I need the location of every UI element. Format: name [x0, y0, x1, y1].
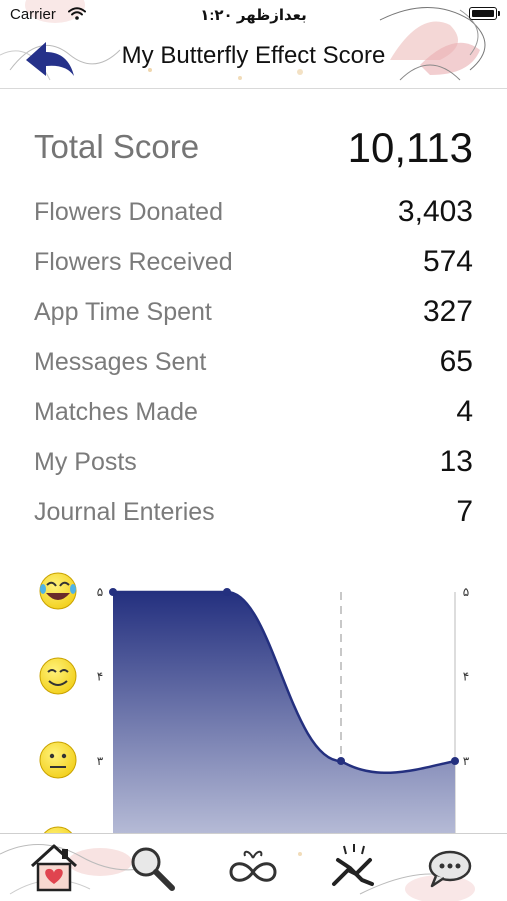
y-tick-label-right: ۳: [463, 754, 470, 768]
stat-label: Journal Enteries: [34, 498, 215, 526]
stat-value: 13: [439, 445, 473, 478]
stat-label: My Posts: [34, 448, 137, 476]
search-icon: [131, 847, 175, 891]
status-bar: Carrier ۱:۲۰ بعدازظهر: [0, 0, 507, 32]
score-area: [113, 592, 455, 840]
stat-value: 3,403: [397, 195, 473, 228]
tab-search[interactable]: [124, 840, 180, 894]
y-tick-label-left: ۵: [97, 585, 103, 599]
header: Carrier ۱:۲۰ بعدازظهر My Butterfly Effec…: [0, 0, 507, 89]
page-title: My Butterfly Effect Score: [121, 42, 386, 69]
neutral-face-icon: [39, 741, 77, 779]
stat-row-matches-made: Matches Made 4: [34, 395, 473, 434]
handshake-icon: [332, 844, 374, 886]
stat-value: 65: [439, 345, 473, 378]
stat-row-flowers-received: Flowers Received 574: [34, 245, 473, 284]
status-time: ۱:۲۰ بعدازظهر: [200, 7, 307, 24]
data-point: [337, 757, 345, 765]
stat-label: Flowers Received: [34, 248, 233, 276]
battery-icon: [469, 7, 500, 20]
infinity-icon: [229, 850, 277, 882]
stat-label: Matches Made: [34, 398, 198, 426]
stat-value: 574: [422, 245, 473, 278]
y-tick-label-right: ۴: [463, 670, 469, 684]
stat-row-app-time-spent: App Time Spent 327: [34, 295, 473, 334]
tab-infinity[interactable]: [225, 840, 281, 894]
total-score-value: 10,113: [347, 124, 473, 171]
stat-row-journal-entries: Journal Enteries 7: [34, 495, 473, 534]
total-score-label: Total Score: [34, 128, 200, 165]
data-point: [223, 588, 231, 596]
stat-row-messages-sent: Messages Sent 65: [34, 345, 473, 384]
stat-row-my-posts: My Posts 13: [34, 445, 473, 484]
data-point: [109, 588, 117, 596]
data-point: [451, 757, 459, 765]
stat-row-flowers-donated: Flowers Donated 3,403: [34, 195, 473, 234]
home-heart-icon: [30, 844, 78, 892]
score-chart-svg: ۵ ۴ ۳ ۵ ۴ ۳: [39, 572, 470, 864]
stat-label: App Time Spent: [34, 298, 212, 326]
stat-label: Messages Sent: [34, 348, 207, 376]
tab-bar: [0, 833, 507, 901]
y-tick-label-left: ۳: [97, 754, 104, 768]
laughing-face-icon: [39, 572, 77, 610]
stat-value: 327: [422, 295, 473, 328]
smiling-face-icon: [39, 657, 77, 695]
stat-label: Flowers Donated: [34, 198, 223, 226]
tab-chat[interactable]: [424, 840, 480, 894]
y-tick-label-left: ۴: [97, 670, 103, 684]
stat-value: 4: [456, 395, 473, 428]
tab-home[interactable]: [26, 840, 82, 894]
y-tick-label-right: ۵: [463, 585, 469, 599]
chat-bubbles-icon: [428, 850, 472, 888]
score-chart: ۵ ۴ ۳ ۵ ۴ ۳: [0, 560, 507, 864]
tab-handshake[interactable]: [326, 840, 382, 894]
stat-value: 7: [456, 495, 473, 528]
